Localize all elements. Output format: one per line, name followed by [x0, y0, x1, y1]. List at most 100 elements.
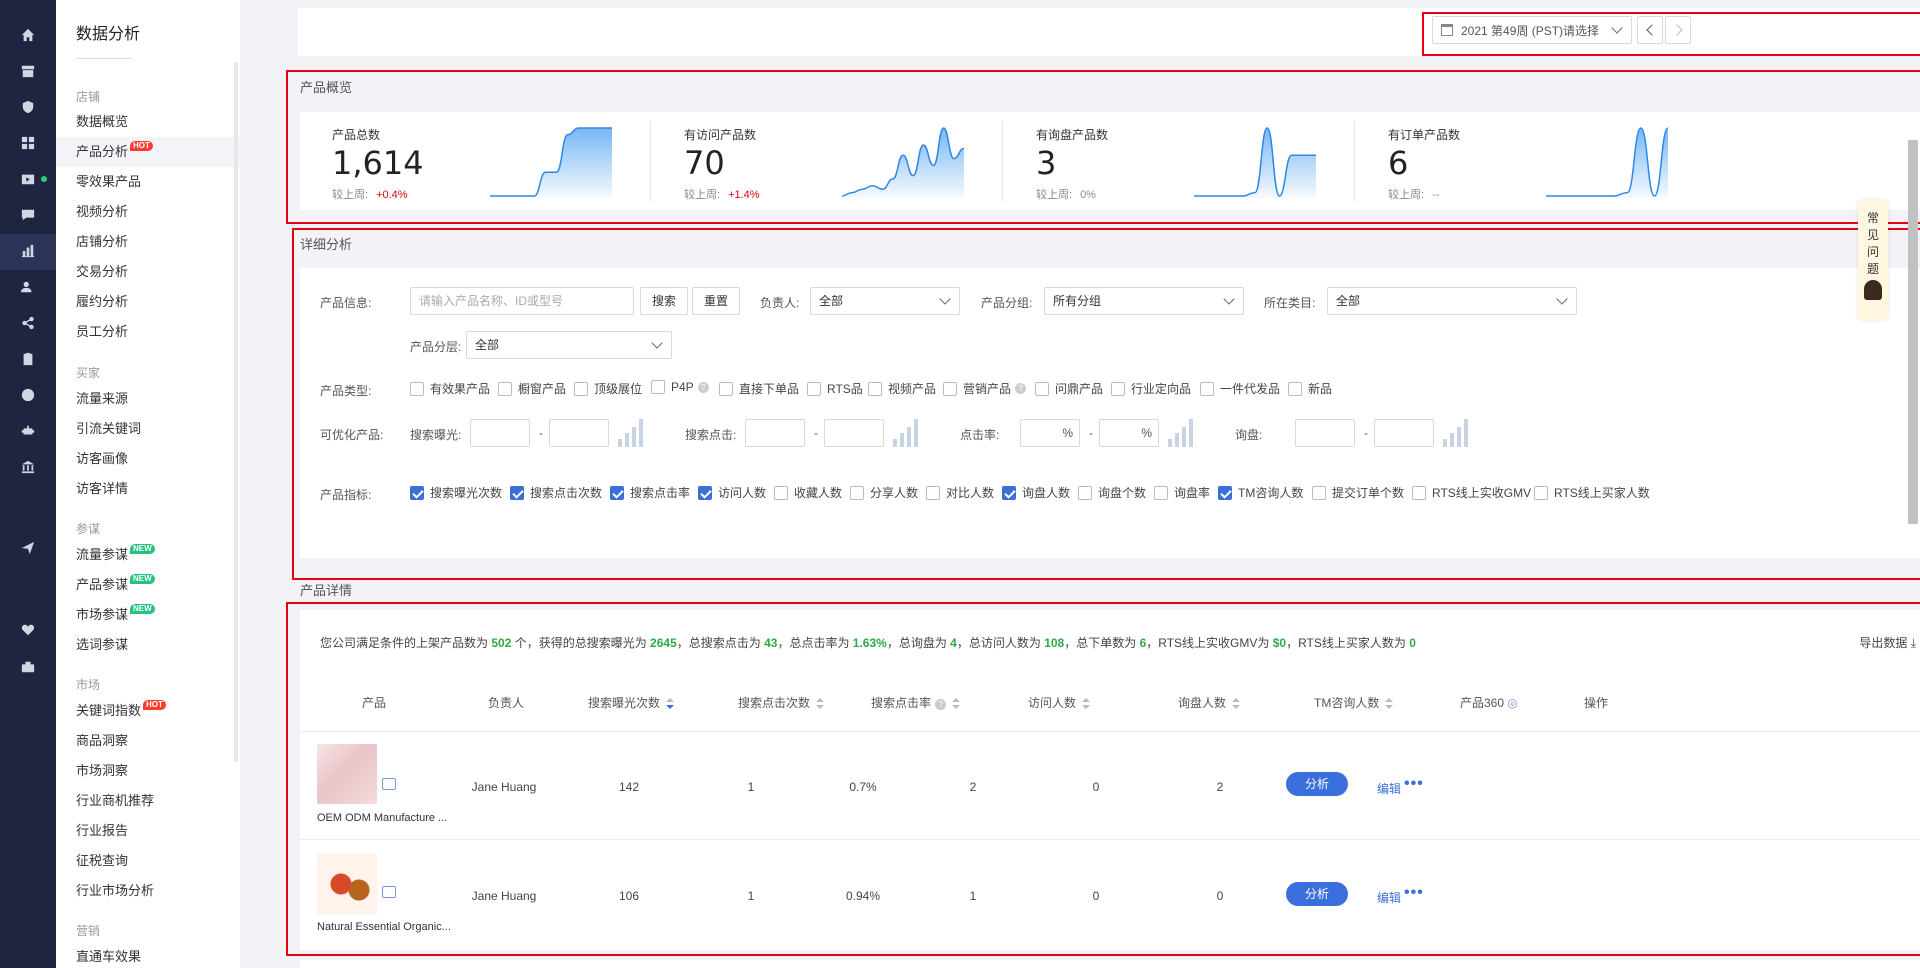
medal-icon[interactable]: ◎	[1507, 696, 1517, 710]
metric-checkbox-orders[interactable]: 提交订单个数	[1312, 484, 1404, 501]
type-checkbox-marketing[interactable]: 营销产品?	[943, 380, 1027, 397]
type-checkbox-wending[interactable]: 问鼎产品	[1035, 380, 1103, 397]
home-icon[interactable]	[20, 27, 36, 43]
column-header-visitors[interactable]: 访问人数	[1028, 694, 1091, 711]
column-header-clicks[interactable]: 搜索点击次数	[738, 694, 825, 711]
category-select[interactable]: 全部	[1327, 287, 1577, 315]
metric-checkbox-visitors[interactable]: 访问人数	[698, 484, 766, 501]
send-icon[interactable]	[20, 540, 36, 556]
clicks-max-input[interactable]	[824, 419, 884, 447]
edit-link[interactable]: 编辑	[1377, 889, 1401, 906]
grid-icon[interactable]	[20, 135, 36, 151]
clipboard-icon[interactable]	[20, 351, 36, 367]
impressions-min-input[interactable]	[470, 419, 530, 447]
type-checkbox-industry-targeted[interactable]: 行业定向品	[1111, 380, 1191, 397]
search-button[interactable]: 搜索	[640, 287, 688, 315]
globe-icon[interactable]	[20, 387, 36, 403]
type-checkbox-effective[interactable]: 有效果产品	[410, 380, 490, 397]
metric-checkbox-inquirers[interactable]: 询盘人数	[1002, 484, 1070, 501]
faq-tab[interactable]: 常见问题	[1858, 200, 1888, 320]
owner-select[interactable]: 全部	[810, 287, 960, 315]
heart-icon[interactable]	[20, 622, 36, 638]
metric-checkbox-tm[interactable]: TM咨询人数	[1218, 484, 1303, 501]
share-icon[interactable]	[20, 315, 36, 331]
nav-item-traffic-advisor[interactable]: 流量参谋 NEW	[56, 540, 240, 570]
product-thumbnail[interactable]	[317, 744, 377, 804]
nav-item-zero-effect[interactable]: 零效果产品	[56, 167, 240, 197]
type-checkbox-dropship[interactable]: 一件代发品	[1200, 380, 1280, 397]
next-week-button[interactable]	[1665, 16, 1691, 44]
nav-item-visitor-details[interactable]: 访客详情	[56, 474, 240, 504]
prev-week-button[interactable]	[1637, 16, 1663, 44]
group-select[interactable]: 所有分组	[1044, 287, 1244, 315]
nav-item-keyword-index[interactable]: 关键词指数 HOT	[56, 696, 240, 726]
store-icon[interactable]	[20, 63, 36, 79]
product-name[interactable]: Natural Essential Organic...	[317, 921, 451, 933]
impressions-max-input[interactable]	[549, 419, 609, 447]
column-header-impressions[interactable]: 搜索曝光次数	[588, 694, 675, 711]
type-checkbox-direct-order[interactable]: 直接下单品	[719, 380, 799, 397]
metric-checkbox-rts-gmv[interactable]: RTS线上实收GMV	[1412, 484, 1531, 501]
inquiry-max-input[interactable]	[1374, 419, 1434, 447]
kpi-order-products[interactable]: 有订单产品数 6 较上周: --	[1356, 112, 1706, 210]
type-checkbox-top-booth[interactable]: 顶级展位	[574, 380, 642, 397]
clicks-min-input[interactable]	[745, 419, 805, 447]
video-icon[interactable]	[20, 171, 36, 187]
bar-chart-icon[interactable]	[20, 243, 36, 259]
sort-icon[interactable]	[1232, 697, 1241, 710]
nav-item-goods-insight[interactable]: 商品洞察	[56, 726, 240, 756]
nav-item-industry-report[interactable]: 行业报告	[56, 816, 240, 846]
help-icon[interactable]: ?	[697, 381, 709, 393]
metric-checkbox-rts-buyers[interactable]: RTS线上买家人数	[1534, 484, 1650, 501]
inquiry-min-input[interactable]	[1295, 419, 1355, 447]
metric-checkbox-ctr[interactable]: 搜索点击率	[610, 484, 690, 501]
more-icon[interactable]: •••	[1404, 775, 1424, 793]
nav-item-product-advisor[interactable]: 产品参谋 NEW	[56, 570, 240, 600]
page-scrollbar[interactable]	[1908, 140, 1918, 524]
analyze-button[interactable]: 分析	[1286, 882, 1348, 906]
sort-icon[interactable]	[1385, 697, 1394, 710]
briefcase-icon[interactable]	[20, 659, 36, 675]
metric-checkbox-favorites[interactable]: 收藏人数	[774, 484, 842, 501]
metric-checkbox-shares[interactable]: 分享人数	[850, 484, 918, 501]
type-checkbox-video[interactable]: 视频产品	[868, 380, 936, 397]
type-checkbox-showcase[interactable]: 橱窗产品	[498, 380, 566, 397]
users-icon[interactable]	[20, 279, 36, 295]
kpi-inquiry-products[interactable]: 有询盘产品数 3 较上周: 0%	[1004, 112, 1354, 210]
nav-item-p4p-effect[interactable]: 直通车效果	[56, 942, 240, 968]
help-icon[interactable]: ?	[1015, 383, 1027, 394]
tier-select[interactable]: 全部	[466, 331, 672, 359]
nav-item-traffic-source[interactable]: 流量来源	[56, 384, 240, 414]
nav-item-staff-analysis[interactable]: 员工分析	[56, 317, 240, 347]
nav-item-trade-analysis[interactable]: 交易分析	[56, 257, 240, 287]
column-header-tm[interactable]: TM咨询人数	[1314, 694, 1394, 711]
analyze-button[interactable]: 分析	[1286, 772, 1348, 796]
chat-icon[interactable]	[20, 207, 36, 223]
metric-checkbox-inquiry-rate[interactable]: 询盘率	[1154, 484, 1210, 501]
sort-icon[interactable]	[952, 697, 961, 710]
type-checkbox-rts[interactable]: RTS品	[807, 380, 863, 397]
column-header-inquirers[interactable]: 询盘人数	[1178, 694, 1241, 711]
nav-item-market-advisor[interactable]: 市场参谋 NEW	[56, 600, 240, 630]
subnav-scrollbar[interactable]	[234, 62, 238, 762]
sort-icon[interactable]	[1082, 697, 1091, 710]
nav-item-keywords[interactable]: 引流关键词	[56, 414, 240, 444]
metric-checkbox-impressions[interactable]: 搜索曝光次数	[410, 484, 502, 501]
week-picker[interactable]: 2021 第49周 (PST)请选择	[1432, 16, 1632, 44]
nav-item-video-analysis[interactable]: 视频分析	[56, 197, 240, 227]
export-data-button[interactable]: 导出数据 ⤓	[1859, 634, 1916, 651]
store-icon[interactable]	[382, 886, 396, 898]
type-checkbox-new[interactable]: 新品	[1288, 380, 1332, 397]
column-header-ctr[interactable]: 搜索点击率?	[871, 694, 961, 711]
ctr-max-input[interactable]: %	[1099, 419, 1159, 447]
product-thumbnail[interactable]	[317, 854, 377, 914]
type-checkbox-p4p[interactable]: P4P?	[651, 380, 709, 394]
robot-icon[interactable]	[20, 423, 36, 439]
kpi-visited-products[interactable]: 有访问产品数 70 较上周: +1.4%	[652, 112, 1002, 210]
edit-link[interactable]: 编辑	[1377, 780, 1401, 797]
nav-item-industry-opportunity[interactable]: 行业商机推荐	[56, 786, 240, 816]
help-icon[interactable]: ?	[935, 699, 947, 710]
bank-icon[interactable]	[20, 459, 36, 475]
store-icon[interactable]	[382, 778, 396, 790]
nav-item-product-analysis[interactable]: 产品分析 HOT	[56, 137, 240, 167]
